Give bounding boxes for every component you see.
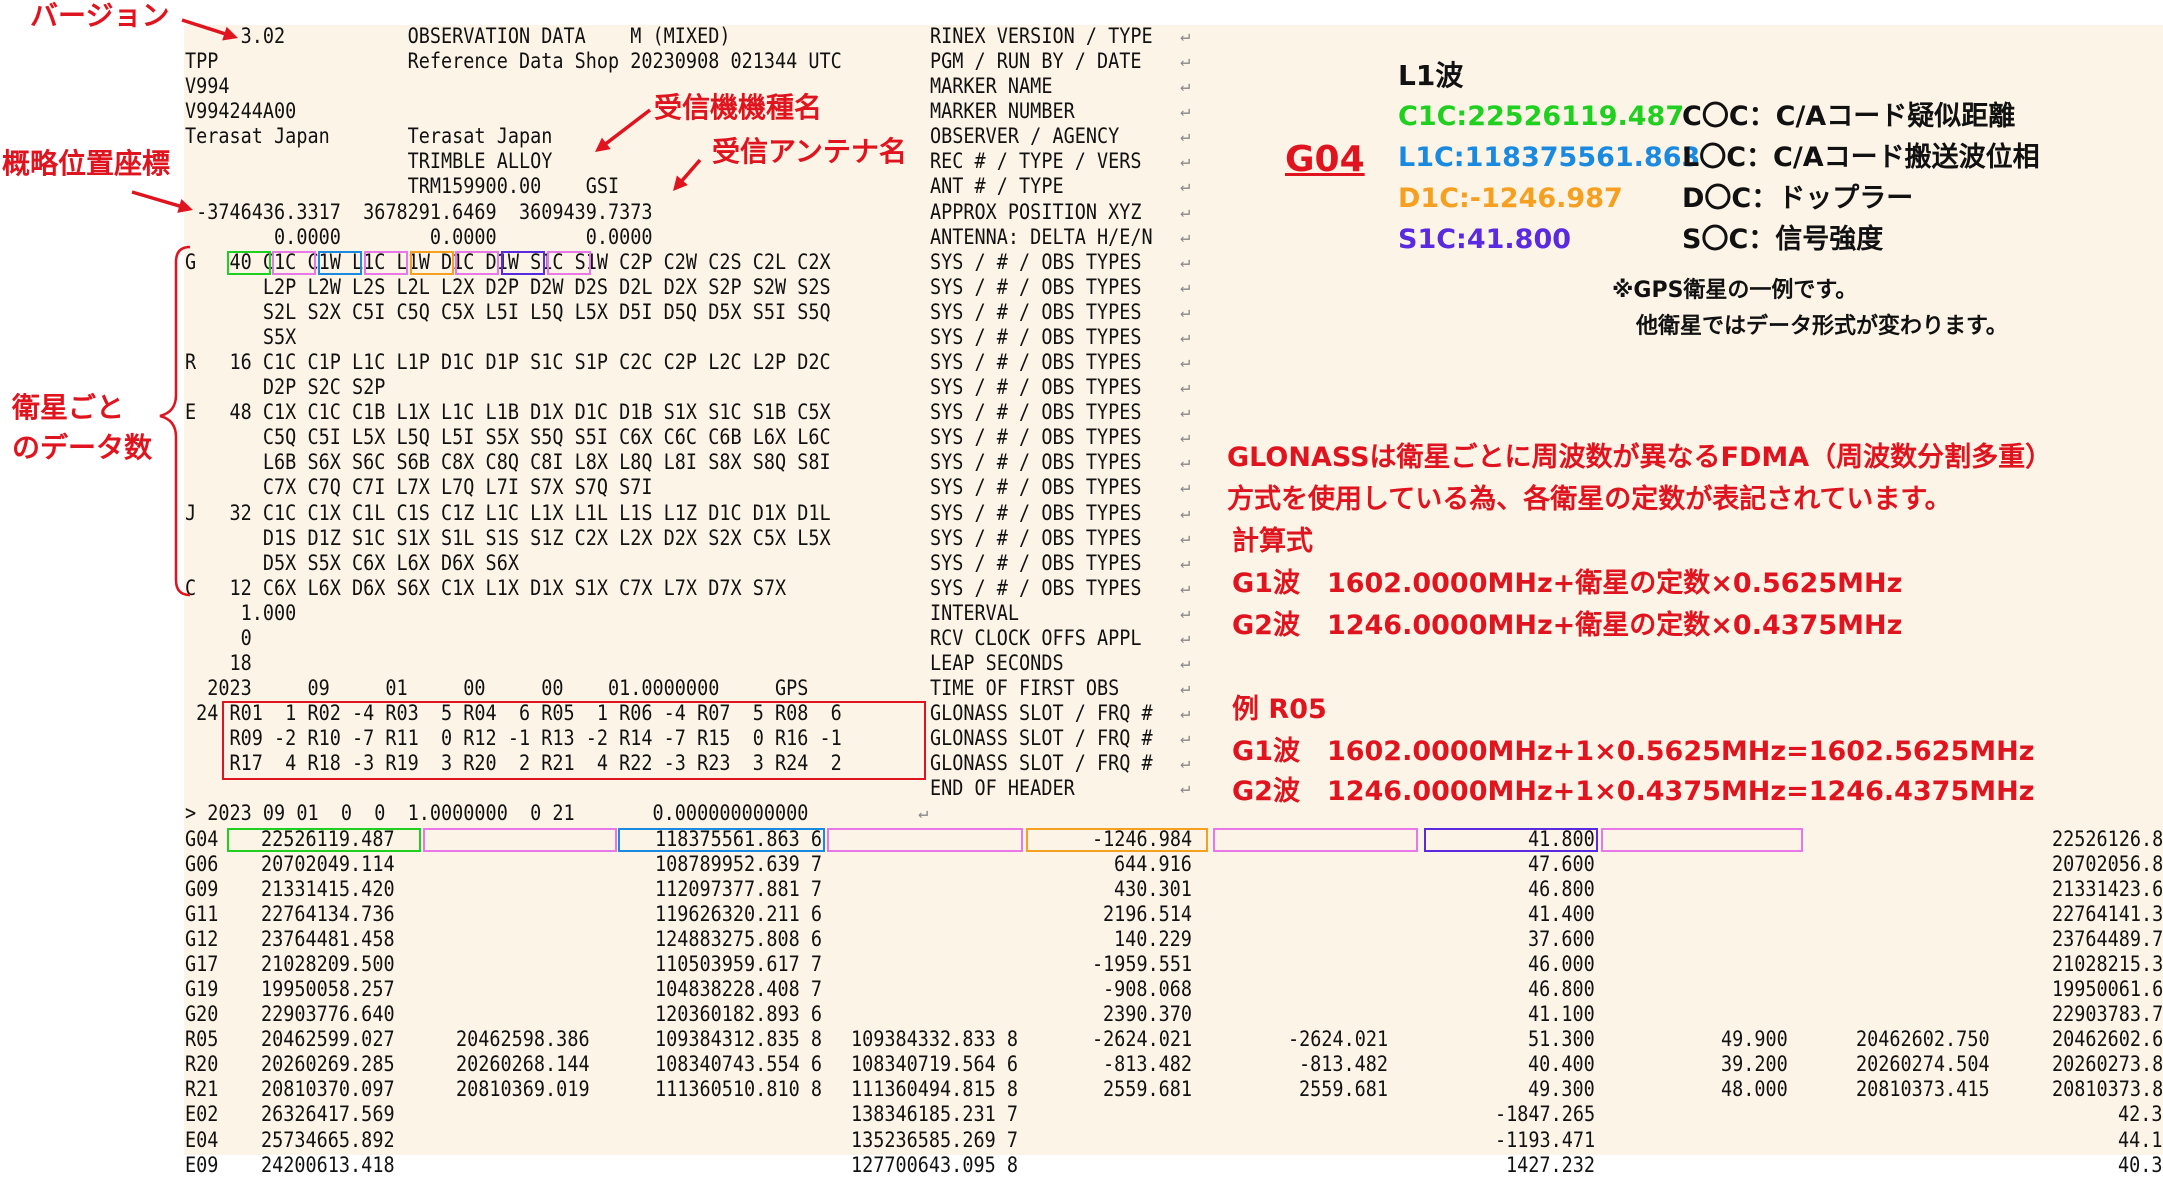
legend-description: C〇C：C/Aコード疑似距離 — [1682, 101, 2016, 132]
glonass-note-line-1: GLONASSは衛星ごとに周波数が異なるFDMA（周波数分割多重） — [1227, 442, 2053, 473]
antenna-name-arrow — [678, 158, 702, 185]
glonass-note-line-2: 方式を使用している為、各衛星の定数が表記されています。 — [1227, 484, 1952, 515]
legend-description: D〇C：ドップラー — [1682, 183, 1914, 214]
legend-note-1: ※GPS衛星の一例です。 — [1612, 278, 1858, 303]
obs-count-label-1: 衛星ごと — [12, 391, 125, 424]
legend-value: C1C:22526119.487 — [1398, 101, 1685, 132]
example-g1: G1波 1602.0000MHz+1×0.5625MHz=1602.5625MH… — [1232, 736, 2035, 767]
legend-description: L〇C：C/Aコード搬送波位相 — [1682, 142, 2040, 173]
example-g2: G2波 1246.0000MHz+1×0.4375MHz=1246.4375MH… — [1232, 776, 2035, 807]
observation-value: 24200613.418 — [261, 1152, 395, 1178]
approx-position-arrow-head — [177, 198, 193, 213]
approx-position-label: 概略位置座標 — [2, 147, 171, 180]
obs-count-label-2: のデータ数 — [12, 431, 153, 464]
legend-value: D1C:-1246.987 — [1398, 183, 1623, 214]
observation-value: 1427.232 — [1505, 1152, 1595, 1178]
formula-title: 計算式 — [1232, 526, 1313, 557]
receiver-type-label: 受信機機種名 — [654, 91, 823, 124]
legend-value: L1C:118375561.863 — [1398, 142, 1701, 173]
observation-value: 40.3 — [2118, 1152, 2163, 1178]
satellite-id: E09 — [185, 1152, 219, 1178]
formula-g1: G1波 1602.0000MHz+衛星の定数×0.5625MHz — [1232, 568, 1903, 599]
formula-g2: G2波 1246.0000MHz+衛星の定数×0.4375MHz — [1232, 610, 1903, 641]
legend-value: S1C:41.800 — [1398, 224, 1572, 255]
legend-description: S〇C：信号強度 — [1682, 224, 1884, 255]
antenna-name-label: 受信アンテナ名 — [712, 135, 907, 168]
example-title: 例 R05 — [1232, 694, 1327, 725]
version-arrow — [181, 18, 230, 37]
approx-position-arrow — [131, 190, 184, 209]
legend-satellite-id: G04 — [1285, 139, 1365, 180]
version-label: バージョン — [30, 0, 170, 32]
observation-value: 127700643.095 8 — [851, 1152, 1018, 1178]
legend-note-2: 他衛星ではデータ形式が変わります。 — [1636, 314, 2008, 339]
receiver-type-arrow — [601, 108, 652, 148]
version-arrow-head — [222, 26, 238, 41]
legend-title: L1波 — [1398, 59, 1464, 92]
bracket-shape — [159, 245, 191, 597]
